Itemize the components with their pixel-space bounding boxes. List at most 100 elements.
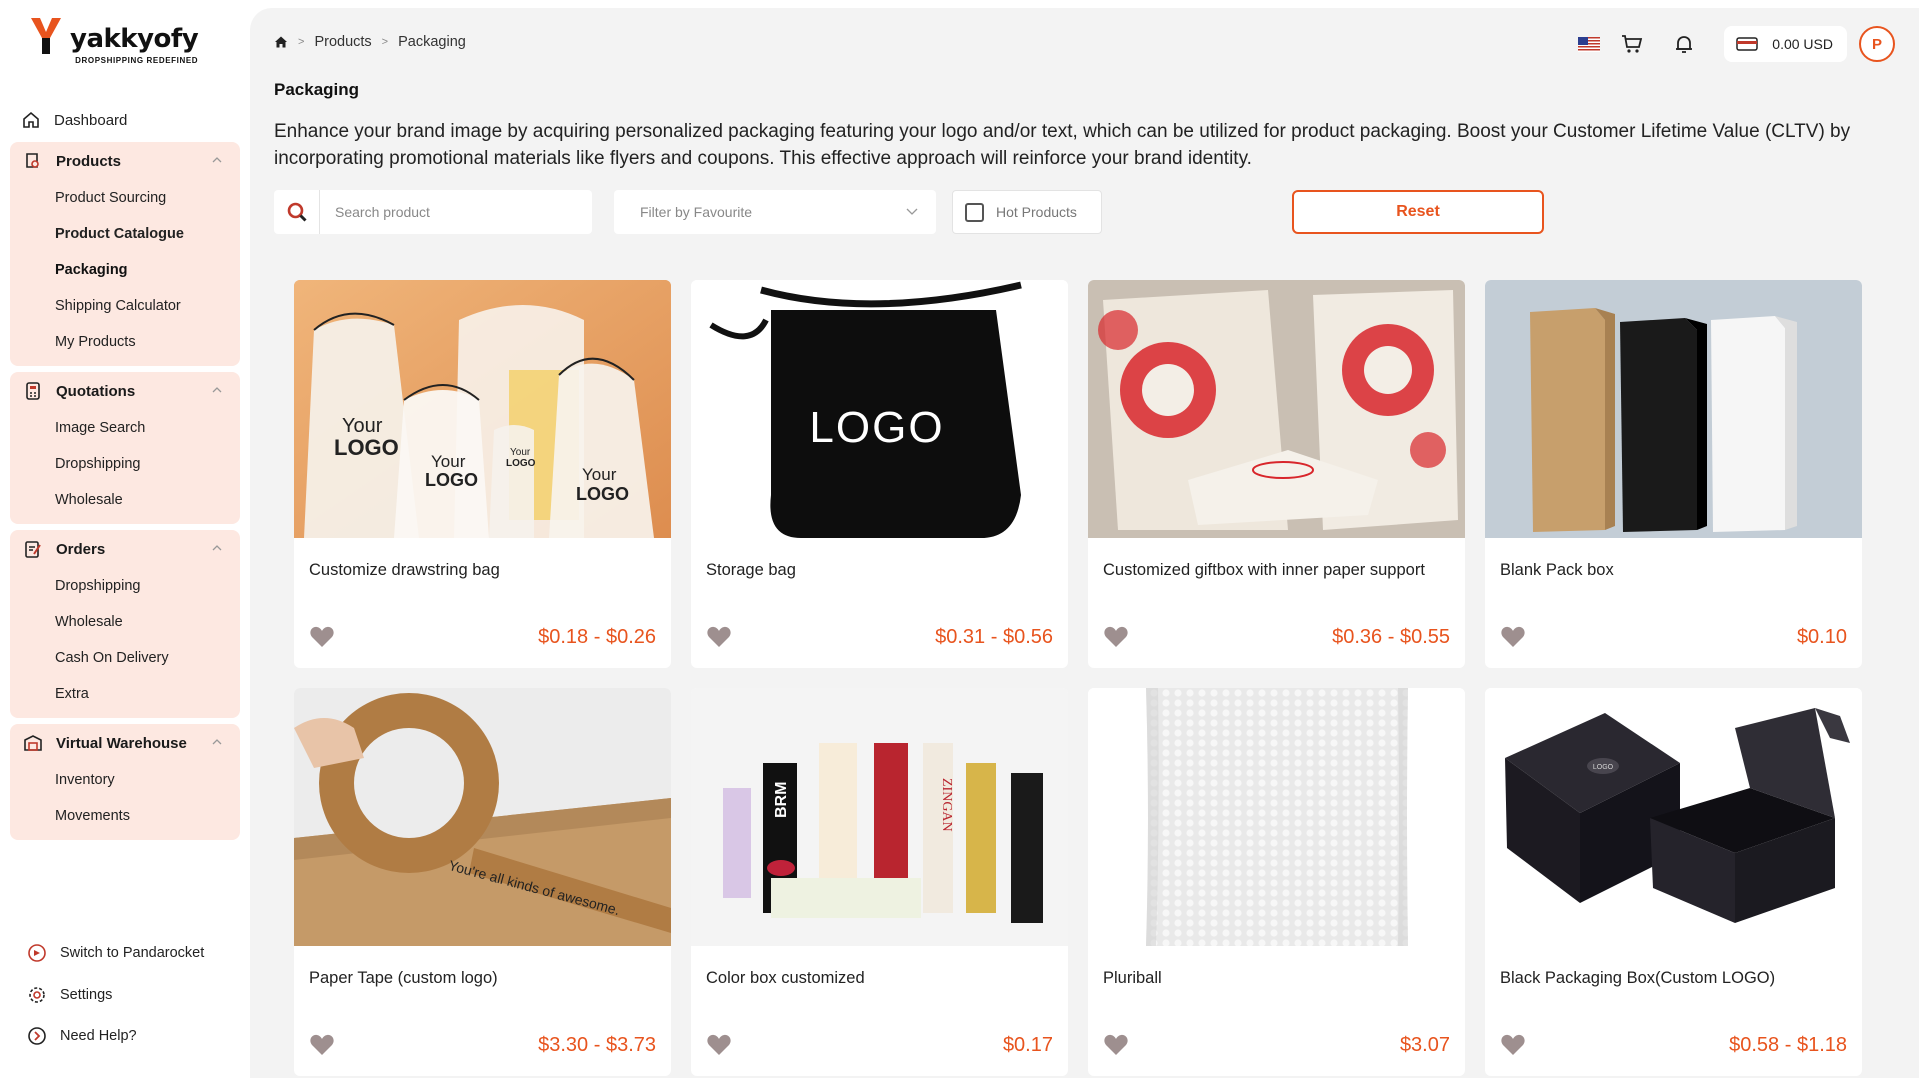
warehouse-icon: [22, 732, 44, 754]
logo-text: Your: [582, 465, 617, 484]
user-avatar[interactable]: P: [1859, 26, 1895, 62]
credit-card-icon: [1736, 37, 1759, 51]
sidebar-group-label: Orders: [56, 540, 106, 558]
favourite-heart-icon[interactable]: [1500, 1033, 1526, 1057]
brand-logo[interactable]: yakkyofy DROPSHIPPING REDEFINED: [28, 16, 199, 65]
logo-text: LOGO: [809, 403, 944, 452]
logo-text: Your: [342, 415, 383, 437]
chevron-up-icon: [212, 157, 222, 163]
logo-text: LOGO: [334, 435, 399, 460]
product-name: Customize drawstring bag: [309, 561, 500, 579]
sidebar-group-orders-header[interactable]: Orders: [10, 530, 240, 568]
breadcrumb: > Products > Packaging: [274, 34, 466, 50]
wallet-balance[interactable]: 0.00 USD: [1724, 26, 1847, 62]
sidebar-item-quotations-wholesale[interactable]: Wholesale: [10, 482, 240, 518]
logo-text: Your: [431, 452, 466, 471]
sidebar-item-product-catalogue[interactable]: Product Catalogue: [10, 216, 240, 252]
favourite-filter-label: Filter by Favourite: [640, 204, 753, 220]
products-icon: [22, 150, 44, 172]
sidebar-group-label: Products: [56, 152, 122, 170]
sidebar-item-inventory[interactable]: Inventory: [10, 762, 240, 798]
page-title: Packaging: [274, 80, 360, 99]
sidebar-item-packaging[interactable]: Packaging: [10, 252, 240, 288]
sidebar-item-shipping-calculator[interactable]: Shipping Calculator: [10, 288, 240, 324]
product-card[interactable]: BRM ZINGAN Color box customized $0.17: [691, 688, 1068, 1076]
switch-to-pandarocket-link[interactable]: Switch to Pandarocket: [26, 941, 204, 965]
main-content: > Products > Packaging 0.00 USD P Packag…: [250, 8, 1919, 1078]
box-brand-text: BRM: [773, 782, 790, 818]
product-card[interactable]: Your LOGO Your LOGO Your LOGO Your LOGO …: [294, 280, 671, 668]
paper-tape-image: You're all kinds of awesome.: [294, 688, 671, 946]
sidebar-item-movements[interactable]: Movements: [10, 798, 240, 834]
hot-products-checkbox[interactable]: [965, 202, 984, 222]
favourite-heart-icon[interactable]: [1103, 1033, 1129, 1057]
gear-icon: [26, 984, 48, 1006]
hot-products-label: Hot Products: [996, 204, 1077, 220]
logo-text: LOGO: [576, 484, 629, 504]
product-card[interactable]: You're all kinds of awesome. Paper Tape …: [294, 688, 671, 1076]
product-price: $0.18 - $0.26: [538, 626, 656, 648]
favourite-heart-icon[interactable]: [706, 1033, 732, 1057]
favourite-filter-select[interactable]: Filter by Favourite: [614, 190, 936, 234]
product-image: [1088, 688, 1465, 946]
sidebar-item-image-search[interactable]: Image Search: [10, 410, 240, 446]
sidebar-item-orders-dropshipping[interactable]: Dropshipping: [10, 568, 240, 604]
need-help-link[interactable]: Need Help?: [26, 1024, 137, 1048]
breadcrumb-separator-icon: >: [381, 36, 389, 48]
favourite-heart-icon[interactable]: [706, 625, 732, 649]
bell-icon[interactable]: [1672, 32, 1696, 56]
search-input[interactable]: [320, 204, 580, 220]
sidebar-group-quotations: Quotations Image Search Dropshipping Who…: [10, 372, 240, 524]
header-toolbar: 0.00 USD P: [1578, 26, 1895, 62]
breadcrumb-separator-icon: >: [298, 36, 305, 48]
sidebar-item-extra[interactable]: Extra: [10, 676, 240, 712]
sidebar-group-products-header[interactable]: Products: [10, 142, 240, 180]
orders-icon: [22, 538, 44, 560]
chevron-down-icon: [906, 208, 918, 215]
cart-icon[interactable]: [1620, 32, 1644, 56]
product-card[interactable]: Pluriball $3.07: [1088, 688, 1465, 1076]
favourite-heart-icon[interactable]: [1103, 625, 1129, 649]
search-icon[interactable]: [274, 190, 320, 234]
reset-button[interactable]: Reset: [1292, 190, 1544, 234]
black-box-image: LOGO: [1485, 688, 1862, 946]
drawstring-bag-image: Your LOGO Your LOGO Your LOGO Your LOGO: [294, 280, 671, 538]
product-price: $0.58 - $1.18: [1729, 1034, 1847, 1056]
brand-tagline: DROPSHIPPING REDEFINED: [75, 56, 199, 65]
settings-link[interactable]: Settings: [26, 983, 112, 1007]
favourite-heart-icon[interactable]: [309, 1033, 335, 1057]
product-price: $3.07: [1399, 1034, 1450, 1056]
box-logo-text: LOGO: [1593, 764, 1614, 771]
product-price: $3.30 - $3.73: [538, 1034, 656, 1056]
product-card[interactable]: Customized giftbox with inner paper supp…: [1088, 280, 1465, 668]
product-image: [1088, 280, 1465, 538]
home-icon[interactable]: [274, 35, 288, 49]
favourite-heart-icon[interactable]: [309, 625, 335, 649]
product-name: Black Packaging Box(Custom LOGO): [1500, 969, 1776, 987]
product-price: $0.36 - $0.55: [1332, 626, 1450, 648]
balance-amount: 0.00 USD: [1772, 36, 1833, 52]
sidebar-item-quotations-dropshipping[interactable]: Dropshipping: [10, 446, 240, 482]
sidebar: yakkyofy DROPSHIPPING REDEFINED Dashboar…: [0, 0, 250, 1078]
sidebar-item-product-sourcing[interactable]: Product Sourcing: [10, 180, 240, 216]
sidebar-group-virtual-warehouse-header[interactable]: Virtual Warehouse: [10, 724, 240, 762]
breadcrumb-packaging[interactable]: Packaging: [398, 34, 466, 50]
product-card[interactable]: LOGO Black Packaging Box(Custom LOGO) $0…: [1485, 688, 1862, 1076]
product-card[interactable]: LOGO Storage bag $0.31 - $0.56: [691, 280, 1068, 668]
product-name: Customized giftbox with inner paper supp…: [1103, 561, 1425, 579]
logo-text: Your: [510, 447, 531, 458]
sidebar-item-my-products[interactable]: My Products: [10, 324, 240, 360]
rocket-icon: [26, 942, 48, 964]
product-card[interactable]: Blank Pack box $0.10: [1485, 280, 1862, 668]
sidebar-item-cash-on-delivery[interactable]: Cash On Delivery: [10, 640, 240, 676]
us-flag-icon[interactable]: [1578, 36, 1601, 52]
breadcrumb-products[interactable]: Products: [314, 34, 371, 50]
product-name: Storage bag: [706, 561, 796, 579]
sidebar-group-quotations-header[interactable]: Quotations: [10, 372, 240, 410]
favourite-heart-icon[interactable]: [1500, 625, 1526, 649]
hot-products-toggle[interactable]: Hot Products: [952, 190, 1102, 234]
calculator-icon: [22, 380, 44, 402]
sidebar-item-dashboard[interactable]: Dashboard: [20, 106, 240, 134]
sidebar-item-orders-wholesale[interactable]: Wholesale: [10, 604, 240, 640]
page-description: Enhance your brand image by acquiring pe…: [274, 121, 1851, 169]
